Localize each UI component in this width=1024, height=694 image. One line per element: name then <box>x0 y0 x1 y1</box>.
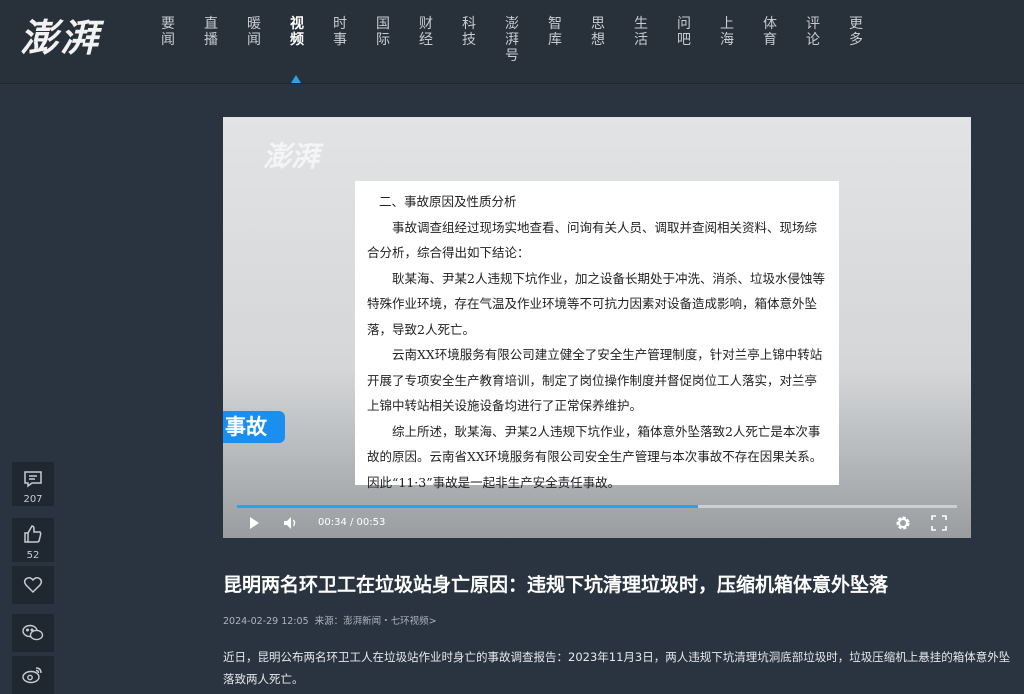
video-time-readout: 00:34 / 00:53 <box>318 517 386 528</box>
comment-count: 207 <box>23 494 43 505</box>
weibo-icon <box>22 667 44 688</box>
video-caption-badge: 事故 <box>223 411 285 443</box>
nav-item[interactable]: 思想 <box>588 16 608 48</box>
play-icon[interactable] <box>247 515 261 534</box>
nav-item[interactable]: 更多 <box>846 16 866 48</box>
wechat-icon <box>22 624 44 646</box>
comment-icon <box>23 471 43 492</box>
doc-paragraph: 事故调查组经过现场实地查看、问询有关人员、调取并查阅相关资料、现场综合分析，综合… <box>367 219 818 261</box>
video-document-frame: 二、事故原因及性质分析 事故调查组经过现场实地查看、问询有关人员、调取并查阅相关… <box>355 181 839 490</box>
nav-item[interactable]: 上海 <box>717 16 737 48</box>
doc-paragraph: 云南XX环境服务有限公司建立健全了安全生产管理制度，针对兰亭上锦中转站开展了专项… <box>367 347 823 413</box>
nav-item[interactable]: 生活 <box>631 16 651 48</box>
volume-icon[interactable] <box>283 515 299 534</box>
gear-icon[interactable] <box>895 515 911 535</box>
source-label: 来源： <box>314 616 344 627</box>
article-title: 昆明两名环卫工在垃圾站身亡原因：违规下坑清理垃圾时，压缩机箱体意外坠落 <box>223 574 889 596</box>
nav-item[interactable]: 直播 <box>201 16 221 48</box>
site-header: 澎湃 要闻 直播 暖闻 视频 时事 国际 财经 科技 澎湃号 智库 思想 生活 问吧 上海 体育 评论 更多 <box>0 0 1024 84</box>
article-meta: 2024-02-29 12:05 来源：澎湃新闻・七环视频> <box>223 613 443 627</box>
video-player[interactable]: 澎湃 二、事故原因及性质分析 事故调查组经过现场实地查看、问询有关人员、调取并查… <box>223 117 971 538</box>
doc-paragraph: 综上所述，耿某海、尹某2人违规下坑作业，箱体意外坠落致2人死亡是本次事故的原因。… <box>367 423 823 490</box>
nav-item[interactable]: 时事 <box>330 16 350 48</box>
like-count: 52 <box>26 550 40 561</box>
doc-heading: 二、事故原因及性质分析 <box>379 194 517 209</box>
comment-button[interactable]: 207 <box>12 462 54 506</box>
weibo-share-button[interactable] <box>12 656 54 694</box>
wechat-share-button[interactable] <box>12 614 54 652</box>
fullscreen-icon[interactable] <box>931 515 947 535</box>
nav-item[interactable]: 国际 <box>373 16 393 48</box>
nav-item[interactable]: 澎湃号 <box>502 16 522 64</box>
thumbs-up-icon <box>23 525 43 548</box>
nav-item[interactable]: 体育 <box>760 16 780 48</box>
nav-item[interactable]: 科技 <box>459 16 479 48</box>
heart-icon <box>23 577 43 598</box>
site-logo[interactable]: 澎湃 <box>20 12 110 64</box>
nav-item[interactable]: 智库 <box>545 16 565 48</box>
favorite-button[interactable] <box>12 566 54 604</box>
nav-item[interactable]: 要闻 <box>158 16 178 48</box>
nav-item[interactable]: 评论 <box>803 16 823 48</box>
article-summary: 近日，昆明公布两名环卫工人在垃圾站作业时身亡的事故调查报告：2023年11月3日… <box>223 650 1011 686</box>
doc-paragraph: 耿某海、尹某2人违规下坑作业，加之设备长期处于冲洗、消杀、垃圾水侵蚀等特殊作业环… <box>367 270 825 337</box>
nav-item[interactable]: 财经 <box>416 16 436 48</box>
nav-item[interactable]: 视频 <box>287 16 307 48</box>
nav-item[interactable]: 问吧 <box>674 16 694 48</box>
video-watermark: 澎湃 <box>263 140 320 173</box>
video-controls: 00:34 / 00:53 <box>223 508 971 538</box>
active-nav-indicator <box>291 75 301 83</box>
like-button[interactable]: 52 <box>12 518 54 562</box>
source-link[interactable]: 澎湃新闻・七环视频> <box>343 616 436 627</box>
nav-item[interactable]: 暖闻 <box>244 16 264 48</box>
publish-date: 2024-02-29 12:05 <box>223 616 309 627</box>
